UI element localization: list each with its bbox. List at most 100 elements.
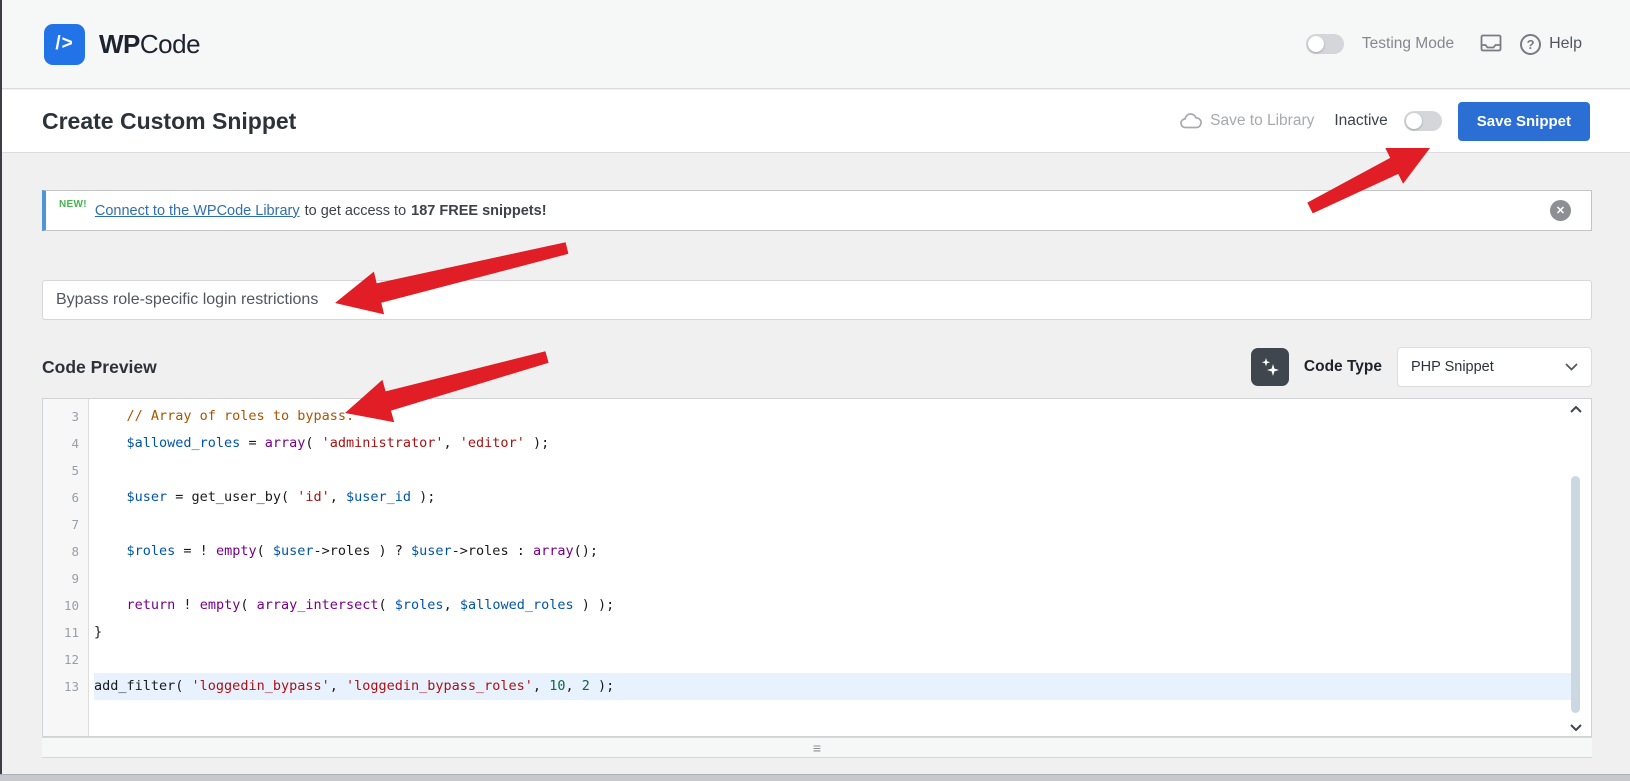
code-type-value: PHP Snippet — [1411, 359, 1494, 375]
code-type-label: Code Type — [1303, 358, 1382, 375]
code-token-plain: ( — [378, 597, 395, 613]
code-token-plain: ->roles : — [451, 543, 533, 559]
code-token-plain: ( — [305, 435, 322, 451]
code-token-plain: ( — [256, 543, 273, 559]
line-number: 11 — [63, 625, 79, 640]
code-token-plain: , — [329, 678, 346, 694]
logo-text-bold: WP — [99, 28, 140, 59]
code-token-plain: ->roles ) ? — [313, 543, 412, 559]
app-header: /> WPCode Testing Mode ? Help — [2, 0, 1630, 89]
save-to-library-button[interactable]: Save to Library — [1180, 112, 1314, 130]
code-line[interactable] — [94, 646, 1573, 673]
code-editor[interactable]: 3 4 5 6 7 8 9 10 11 12 13 // Array of roles to byp… — [42, 398, 1592, 737]
line-number: 9 — [71, 571, 79, 586]
code-line[interactable]: $allowed_roles = array( 'administrator',… — [94, 430, 1573, 457]
page-toolbar: Create Custom Snippet Save to Library In… — [2, 90, 1630, 153]
notice-highlight: 187 FREE snippets! — [411, 202, 547, 219]
snippet-status-label: Inactive — [1334, 112, 1388, 129]
library-notice: NEW! Connect to the WPCode Library to ge… — [42, 190, 1592, 231]
wpcode-logo-text: WPCode — [99, 28, 201, 60]
code-token-keyword: array_intersect — [256, 597, 379, 613]
code-token-plain: , — [443, 597, 460, 613]
code-token-variable: $roles — [394, 597, 444, 613]
line-number: 12 — [63, 652, 79, 667]
toggle-knob — [1405, 113, 1422, 129]
code-token-keyword: array — [264, 435, 306, 451]
code-token-string: 'editor' — [459, 435, 525, 451]
line-number: 13 — [63, 679, 79, 694]
line-number: 3 — [71, 409, 79, 424]
scrollbar-thumb[interactable] — [1571, 476, 1580, 713]
code-token-plain: , — [565, 678, 582, 694]
scroll-down-icon[interactable] — [1570, 724, 1582, 731]
code-line[interactable]: $user = get_user_by( 'id', $user_id ); — [94, 484, 1573, 511]
sparkles-icon — [1261, 358, 1279, 376]
editor-resize-handle[interactable]: ≡ — [42, 737, 1592, 758]
line-number: 4 — [71, 436, 79, 451]
help-icon: ? — [1520, 33, 1542, 55]
notifications-inbox-icon[interactable] — [1480, 34, 1502, 54]
chevron-down-icon — [1565, 363, 1578, 371]
code-token-number: 10 — [549, 678, 566, 694]
code-token-plain: , — [532, 678, 550, 694]
code-token-string: 'loggedin_bypass_roles' — [345, 678, 533, 694]
code-line[interactable] — [94, 511, 1573, 538]
code-token-plain: ( — [240, 597, 257, 613]
code-token-keyword: empty — [215, 543, 257, 559]
snippet-title-input[interactable] — [42, 280, 1592, 320]
wpcode-logo-icon: /> — [44, 23, 85, 65]
logo-text-light: Code — [139, 28, 201, 59]
testing-mode-label: Testing Mode — [1361, 35, 1455, 52]
code-line[interactable]: $roles = ! empty( $user->roles ) ? $user… — [94, 538, 1573, 565]
code-preview-heading: Code Preview — [42, 356, 157, 377]
code-line[interactable]: return ! empty( array_intersect( $roles,… — [94, 592, 1573, 619]
code-token-string: 'id' — [297, 489, 330, 505]
code-token-comment: // Array of roles to bypass. — [126, 408, 355, 424]
window-bottom-edge — [0, 774, 1630, 781]
code-token-keyword: return — [126, 597, 176, 613]
toolbar-actions: Save to Library Inactive Save Snippet — [1180, 101, 1590, 141]
code-line[interactable] — [94, 457, 1573, 484]
editor-scrollbar[interactable] — [1567, 399, 1591, 736]
notice-close-icon[interactable]: ✕ — [1550, 200, 1571, 221]
code-token-plain: ); — [524, 435, 550, 451]
code-gutter: 3 4 5 6 7 8 9 10 11 12 13 — [43, 399, 89, 736]
code-token-keyword: empty — [199, 597, 241, 613]
ai-generate-button[interactable] — [1250, 348, 1289, 386]
line-number: 6 — [71, 490, 79, 505]
save-snippet-button[interactable]: Save Snippet — [1457, 101, 1590, 141]
header-actions: Testing Mode ? Help — [1305, 33, 1582, 55]
code-slash-icon: /> — [55, 33, 74, 54]
code-token-string: 'administrator' — [321, 435, 444, 451]
snippet-active-toggle[interactable] — [1403, 111, 1442, 131]
code-token-variable: $user — [272, 543, 314, 559]
new-badge: NEW! — [59, 199, 87, 210]
code-lines[interactable]: // Array of roles to bypass. $allowed_ro… — [89, 399, 1573, 736]
code-token-plain: ); — [589, 678, 615, 694]
code-token-plain: ) ); — [573, 597, 615, 613]
code-type-select[interactable]: PHP Snippet — [1397, 347, 1592, 387]
scroll-up-icon[interactable] — [1570, 406, 1582, 413]
help-label: Help — [1549, 35, 1582, 52]
notice-text: to get access to — [304, 202, 407, 219]
wpcode-logo[interactable]: /> WPCode — [44, 23, 201, 65]
line-number: 7 — [71, 517, 79, 532]
testing-mode-toggle[interactable] — [1305, 34, 1344, 54]
code-line[interactable]: } — [94, 619, 1573, 646]
code-section-header: Code Preview Code Type PHP Snippet — [42, 344, 1592, 390]
code-token-plain: ); — [411, 489, 436, 505]
code-line[interactable] — [94, 565, 1573, 592]
code-token-plain: , — [443, 435, 460, 451]
line-number: 5 — [71, 463, 79, 478]
code-token-plain: } — [94, 624, 103, 640]
code-line[interactable]: add_filter( 'loggedin_bypass', 'loggedin… — [94, 673, 1573, 700]
help-button[interactable]: ? Help — [1520, 33, 1582, 55]
code-token-plain: = — [240, 435, 265, 451]
code-line[interactable]: // Array of roles to bypass. — [94, 403, 1573, 430]
code-token-plain: ! — [175, 597, 200, 613]
code-token-variable: $user — [411, 543, 452, 559]
code-token-variable: $roles — [126, 543, 176, 559]
line-number: 10 — [63, 598, 79, 613]
connect-library-link[interactable]: Connect to the WPCode Library — [95, 203, 300, 219]
